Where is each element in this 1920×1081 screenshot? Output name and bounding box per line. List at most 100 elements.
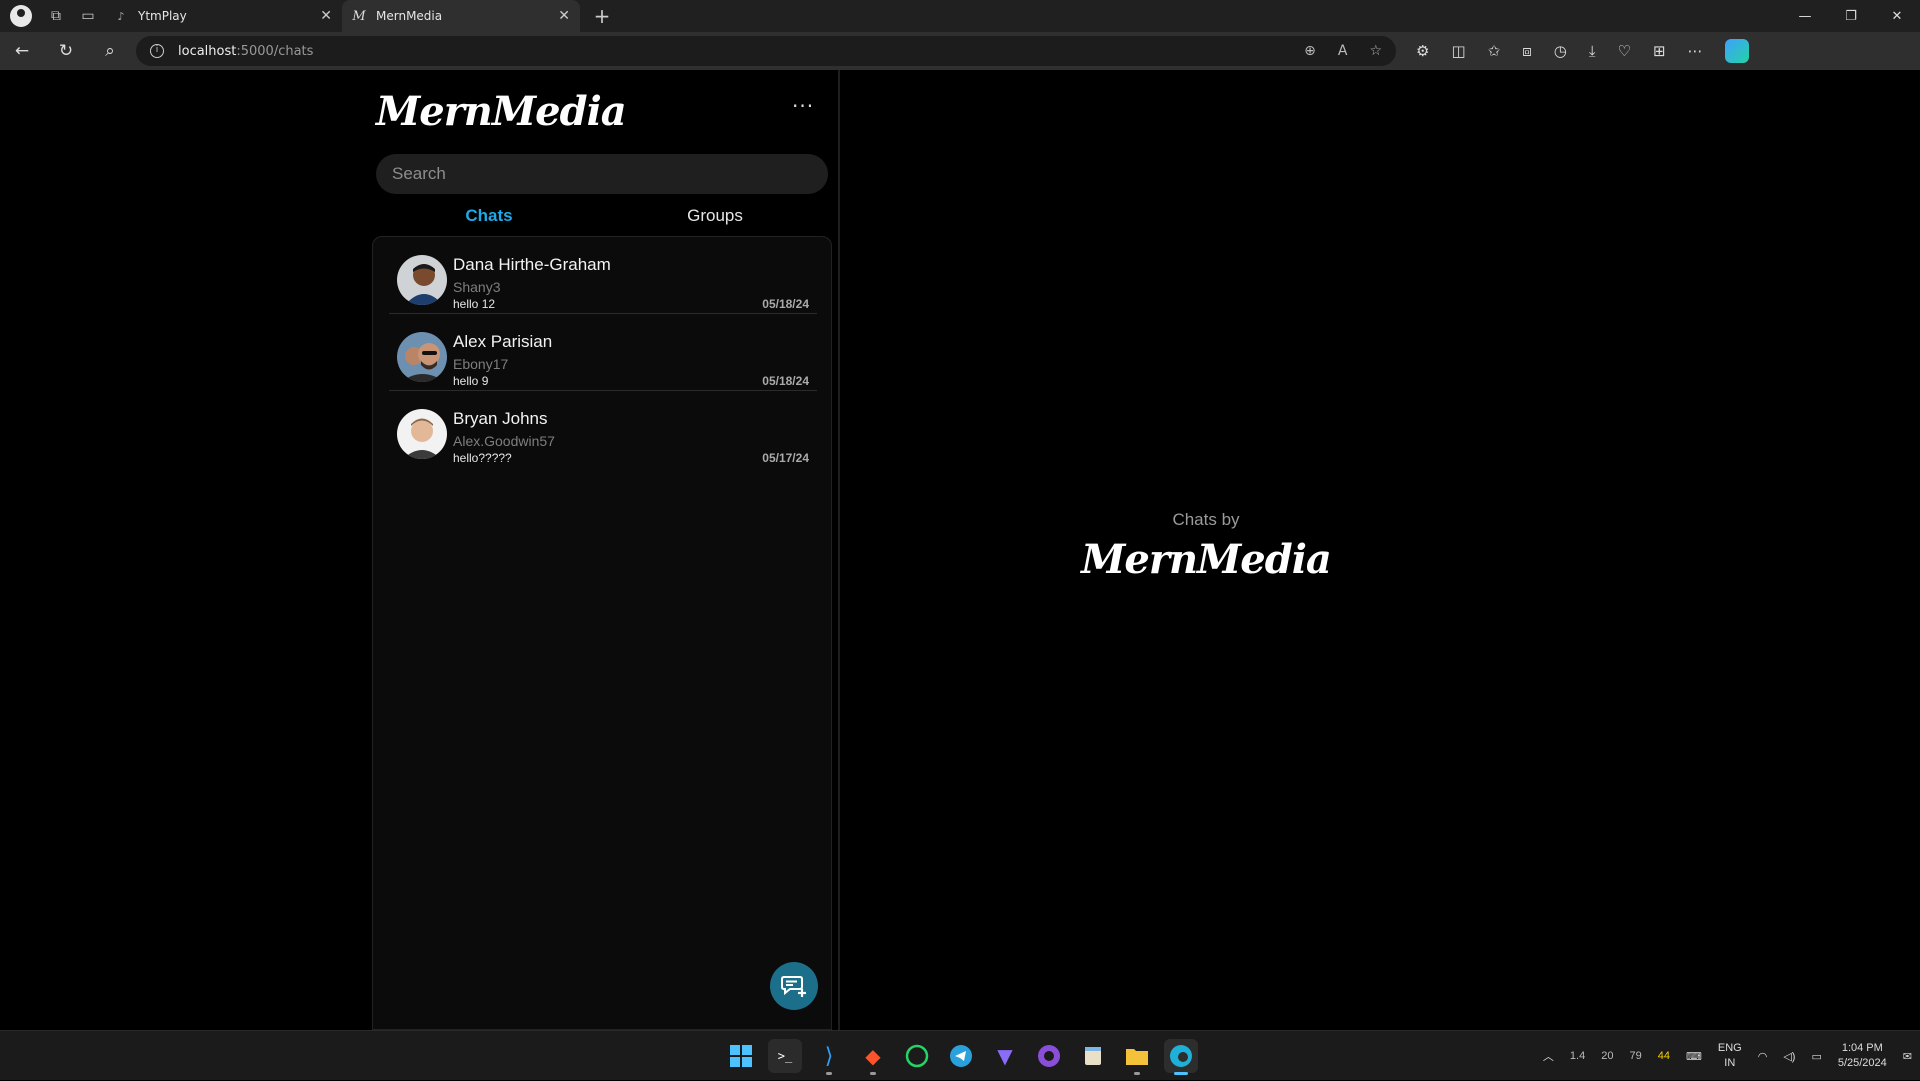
tray-value: 1.4 [1569,1050,1586,1062]
close-tab-icon[interactable]: ✕ [558,8,570,24]
chat-date: 05/18/24 [762,374,809,388]
apps-icon[interactable]: ⊞ [1653,42,1666,60]
language-indicator[interactable]: ENG IN [1718,1041,1742,1071]
url-host: localhost [178,43,237,59]
browser-tab[interactable]: ♪ YtmPlay ✕ [104,0,342,32]
chat-username: Alex.Goodwin57 [453,433,555,449]
clock-date: 5/25/2024 [1837,1057,1887,1069]
tab-favicon-icon: ♪ [117,9,125,23]
vscode-icon[interactable]: ⟩ [812,1039,846,1075]
terminal-icon[interactable]: >_ [768,1039,802,1073]
close-tab-icon[interactable]: ✕ [320,8,332,24]
profile-icon[interactable] [10,5,32,27]
show-hidden-icons-icon[interactable]: ︿ [1543,1048,1554,1064]
new-tab-icon[interactable]: + [586,4,618,28]
browser-tab-bar: ⧉ ▭ ♪ YtmPlay ✕ M MernMedia ✕ + — ❐ ✕ [0,0,1920,32]
browser-essentials-icon[interactable]: ♡ [1618,42,1631,60]
url-path: :5000/chats [236,43,314,59]
taskbar: >_ ⟩ ◆ ▼ ︿ 1.4 20 79 44 ⌨ ENG IN ◠ ◁) ▭ … [0,1030,1920,1080]
restore-icon[interactable]: ❐ [1828,9,1874,24]
telegram-icon[interactable] [944,1039,978,1073]
tab-title: MernMedia [376,9,443,23]
language-code: ENG [1717,1042,1742,1054]
clock-time: 1:04 PM [1841,1042,1883,1054]
empty-chat-state: Chats by MernMedia [1081,510,1332,583]
app-page: MernMedia ··· Chats Groups Dana Hirthe-G… [4,70,1918,1030]
empty-state-caption: Chats by [1172,510,1240,529]
volume-icon[interactable]: ◁) [1783,1050,1795,1063]
chat-name: Alex Parisian [453,332,553,351]
tray-value: 20 [1601,1050,1614,1062]
favorite-star-icon[interactable]: ☆ [1369,43,1382,59]
tray-value: 44 [1657,1050,1670,1062]
chat-username: Ebony17 [453,356,509,372]
avatar [397,255,447,305]
chat-list: Dana Hirthe-Graham Shany3 hello 12 05/18… [372,236,832,1030]
address-bar[interactable]: i localhost:5000/chats ⊕ A ☆ [136,36,1396,66]
collections-icon[interactable]: ⧈ [1522,42,1532,60]
battery-icon[interactable]: ▭ [1811,1050,1821,1063]
clock[interactable]: 1:04 PM 5/25/2024 [1838,1041,1887,1071]
chat-last-message: hello 12 [453,297,496,311]
region-code: IN [1724,1057,1736,1069]
tab-chats[interactable]: Chats [376,206,602,232]
chat-last-message: hello 9 [453,374,489,388]
zoom-icon[interactable]: ⊕ [1304,43,1316,59]
close-window-icon[interactable]: ✕ [1874,9,1920,24]
search-icon[interactable]: ⌕ [88,41,132,61]
chat-date: 05/18/24 [762,297,809,311]
whatsapp-icon[interactable] [900,1039,934,1073]
app-logo[interactable]: MernMedia [376,88,627,135]
avatar [397,409,447,459]
settings-more-icon[interactable]: ⋯ [1688,42,1703,60]
window-controls: — ❐ ✕ [1782,9,1920,24]
chat-list-item[interactable]: Dana Hirthe-Graham Shany3 hello 12 05/18… [389,237,817,314]
site-info-icon[interactable]: i [150,44,164,58]
edge-icon[interactable] [1164,1039,1198,1075]
chat-last-message: hello????? [453,451,512,465]
chat-list-item[interactable]: Alex Parisian Ebony17 hello 9 05/18/24 [389,314,817,391]
tab-favicon-icon: M [352,8,366,24]
chat-date: 05/17/24 [762,451,809,465]
chat-sidebar: MernMedia ··· Chats Groups Dana Hirthe-G… [368,70,840,1030]
extensions-icon[interactable]: ⚙ [1416,42,1429,60]
system-tray: ︿ 1.4 20 79 44 ⌨ ENG IN ◠ ◁) ▭ 1:04 PM 5… [1543,1031,1912,1081]
taskbar-apps: >_ ⟩ ◆ ▼ [724,1039,1198,1075]
chat-tabs: Chats Groups [376,206,828,232]
new-chat-button[interactable] [770,962,818,1010]
new-chat-icon [781,976,806,997]
chat-list-item[interactable]: Bryan Johns Alex.Goodwin57 hello????? 05… [389,391,817,468]
read-aloud-icon[interactable]: A [1338,43,1348,59]
back-icon[interactable]: ← [0,41,44,61]
brave-icon[interactable]: ◆ [856,1039,890,1075]
copilot-icon[interactable] [1724,39,1749,63]
browser-tab-active[interactable]: M MernMedia ✕ [342,0,580,32]
github-icon[interactable] [1032,1039,1066,1073]
notifications-icon[interactable]: ✉ [1903,1050,1912,1063]
address-toolbar: ← ↻ ⌕ i localhost:5000/chats ⊕ A ☆ ⚙ ◫ ✩… [0,32,1920,70]
chat-name: Dana Hirthe-Graham [453,255,611,274]
vertical-tabs-icon[interactable]: ▭ [72,0,104,32]
refresh-icon[interactable]: ↻ [44,41,88,61]
split-screen-icon[interactable]: ◫ [1451,42,1465,60]
chat-name: Bryan Johns [453,409,548,428]
start-icon[interactable] [724,1039,758,1073]
chat-username: Shany3 [453,279,501,295]
notepad-icon[interactable] [1076,1039,1110,1073]
tab-title: YtmPlay [138,9,187,23]
tray-value: 79 [1629,1050,1642,1062]
file-explorer-icon[interactable] [1120,1039,1154,1075]
empty-state-logo: MernMedia [1081,536,1332,583]
tab-groups[interactable]: Groups [602,206,828,232]
minimize-icon[interactable]: — [1782,9,1828,24]
history-icon[interactable]: ◷ [1554,42,1567,60]
more-options-icon[interactable]: ··· [792,94,814,118]
avatar [397,332,447,382]
search-input[interactable] [376,154,828,194]
downloads-icon[interactable]: ⤓ [1589,42,1596,60]
proton-vpn-icon[interactable]: ▼ [988,1039,1022,1073]
keyboard-icon[interactable]: ⌨ [1686,1050,1702,1063]
workspaces-icon[interactable]: ⧉ [40,0,72,32]
favorites-icon[interactable]: ✩ [1488,42,1501,60]
wifi-icon[interactable]: ◠ [1758,1050,1768,1063]
